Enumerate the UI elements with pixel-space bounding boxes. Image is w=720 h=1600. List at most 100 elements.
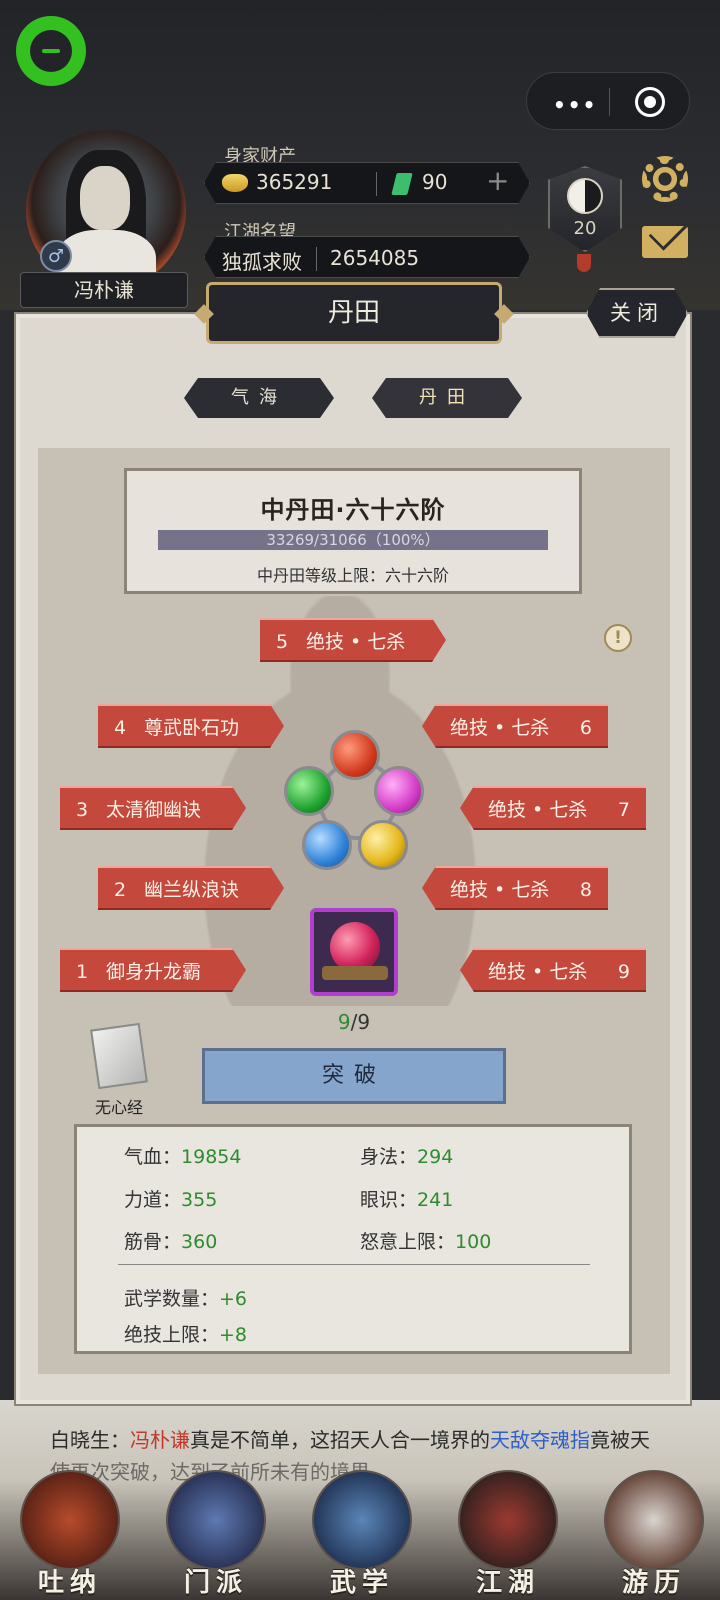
stat-jueji: 绝技上限：+8 (124, 1320, 247, 1347)
nav-youli[interactable]: 游历 (592, 1462, 716, 1600)
chat-icon[interactable] (16, 16, 86, 86)
gender-icon: ♂ (40, 240, 72, 272)
gold-value: 365291 (256, 170, 333, 194)
close-button[interactable]: 关闭 (586, 288, 688, 338)
panel-title: 丹田 (206, 282, 502, 344)
story-speaker: 白晓生： (50, 1428, 130, 1452)
nav-jianghu[interactable]: 江湖 (446, 1462, 570, 1600)
stat-nuyi: 怒意上限：100 (360, 1227, 491, 1254)
menpai-icon (166, 1470, 266, 1570)
stat-value: 294 (417, 1146, 454, 1168)
skill-slot-4[interactable]: 4 尊武卧石功 (98, 704, 284, 748)
story-text2: 竟被天 (590, 1428, 650, 1452)
miniprogram-capsule[interactable]: ••• (526, 72, 690, 130)
gold-ingot-icon (222, 174, 248, 192)
stat-value: 19854 (181, 1146, 242, 1168)
stat-yanshi: 眼识：241 (360, 1185, 453, 1212)
stat-label: 身法： (360, 1146, 418, 1168)
stat-label: 气血： (124, 1146, 182, 1168)
wealth-divider (376, 172, 377, 196)
tab-dantian[interactable]: 丹田 (372, 378, 522, 418)
skill-num: 3 (76, 799, 89, 821)
nav-label: 武学 (329, 1568, 394, 1598)
nav-label: 吐纳 (37, 1568, 102, 1598)
skill-num: 5 (276, 631, 289, 653)
nav-label: 江湖 (475, 1568, 540, 1598)
skill-label: 尊武卧石功 (144, 717, 240, 739)
stat-value: 360 (181, 1231, 218, 1253)
rank-level: 20 (573, 218, 597, 239)
slot-count: 9/9 (310, 1010, 398, 1034)
story-name: 冯朴谦 (130, 1428, 190, 1452)
skill-label: 太清御幽诀 (106, 799, 202, 821)
nav-menpai[interactable]: 门派 (154, 1462, 278, 1600)
skill-slot-9[interactable]: 绝技 • 七杀 9 (460, 948, 646, 992)
stat-value: 100 (455, 1231, 492, 1253)
slot-current: 9 (337, 1010, 351, 1034)
skill-num: 6 (579, 717, 592, 739)
stat-value: +6 (219, 1288, 248, 1310)
blue-gem-icon[interactable] (302, 820, 352, 870)
fame-divider (316, 247, 317, 271)
skill-label: 幽兰纵浪诀 (144, 879, 240, 901)
story-text1: 真是不简单，这招天人合一境界的 (190, 1428, 490, 1452)
stat-wuxue: 武学数量：+6 (124, 1284, 247, 1311)
youli-icon (604, 1470, 704, 1570)
pink-gem-icon[interactable] (374, 766, 424, 816)
book-label: 无心经 (94, 1098, 143, 1117)
stat-label: 绝技上限： (124, 1324, 220, 1346)
stat-label: 筋骨： (124, 1231, 182, 1253)
nav-label: 门派 (183, 1568, 248, 1598)
more-icon[interactable]: ••• (553, 93, 597, 117)
breakthrough-button[interactable]: 突破 (202, 1048, 506, 1104)
jade-value: 90 (422, 170, 448, 194)
tassel-icon (577, 254, 591, 272)
skill-num: 9 (617, 961, 630, 983)
skill-label: 绝技 • 七杀 (488, 961, 588, 983)
fame-value: 2654085 (330, 246, 420, 270)
skill-num: 4 (114, 717, 127, 739)
skill-slot-7[interactable]: 绝技 • 七杀 7 (460, 786, 646, 830)
progress-text: 33269/31066（100%） (266, 531, 440, 549)
stat-value: +8 (219, 1324, 248, 1346)
stat-label: 武学数量： (124, 1288, 220, 1310)
skill-slot-2[interactable]: 2 幽兰纵浪诀 (98, 866, 284, 910)
skill-label: 绝技 • 七杀 (306, 631, 406, 653)
skill-num: 1 (76, 961, 89, 983)
tab-qihai[interactable]: 气海 (184, 378, 334, 418)
skill-slot-6[interactable]: 绝技 • 七杀 6 (422, 704, 608, 748)
skill-label: 绝技 • 七杀 (450, 717, 550, 739)
crystal-orb-icon (330, 922, 380, 972)
stat-value: 355 (181, 1189, 218, 1211)
skill-num: 8 (579, 879, 592, 901)
nav-tuna[interactable]: 吐纳 (8, 1462, 132, 1600)
orb-stand-icon (322, 966, 388, 980)
story-line: 白晓生：冯朴谦真是不简单，这招天人合一境界的天敌夺魂指竟被天 (50, 1424, 690, 1453)
info-icon[interactable]: ! (604, 624, 632, 652)
skill-label: 绝技 • 七杀 (450, 879, 550, 901)
mail-icon[interactable] (642, 226, 688, 258)
jianghu-icon (458, 1470, 558, 1570)
close-miniprogram-icon[interactable] (635, 87, 665, 117)
capsule-divider (609, 88, 610, 116)
yellow-gem-icon[interactable] (358, 820, 408, 870)
book-icon[interactable] (90, 1022, 148, 1090)
nav-wuxue[interactable]: 武学 (300, 1462, 424, 1600)
stat-label: 怒意上限： (360, 1231, 456, 1253)
gear-icon[interactable] (642, 156, 688, 202)
stats-divider (118, 1264, 590, 1265)
skill-label: 御身升龙霸 (106, 961, 202, 983)
add-currency-button[interactable]: + (486, 164, 509, 197)
skill-slot-3[interactable]: 3 太清御幽诀 (60, 786, 246, 830)
skill-slot-8[interactable]: 绝技 • 七杀 8 (422, 866, 608, 910)
tuna-icon (20, 1470, 120, 1570)
skill-slot-5[interactable]: 5 绝技 • 七杀 (260, 618, 446, 662)
skill-slot-1[interactable]: 1 御身升龙霸 (60, 948, 246, 992)
skill-num: 2 (114, 879, 127, 901)
stat-shenfa: 身法：294 (360, 1142, 453, 1169)
slot-total: /9 (350, 1010, 371, 1034)
wuxue-icon (312, 1470, 412, 1570)
fame-title: 独孤求败 (222, 250, 302, 274)
red-gem-icon[interactable] (330, 730, 380, 780)
green-gem-icon[interactable] (284, 766, 334, 816)
